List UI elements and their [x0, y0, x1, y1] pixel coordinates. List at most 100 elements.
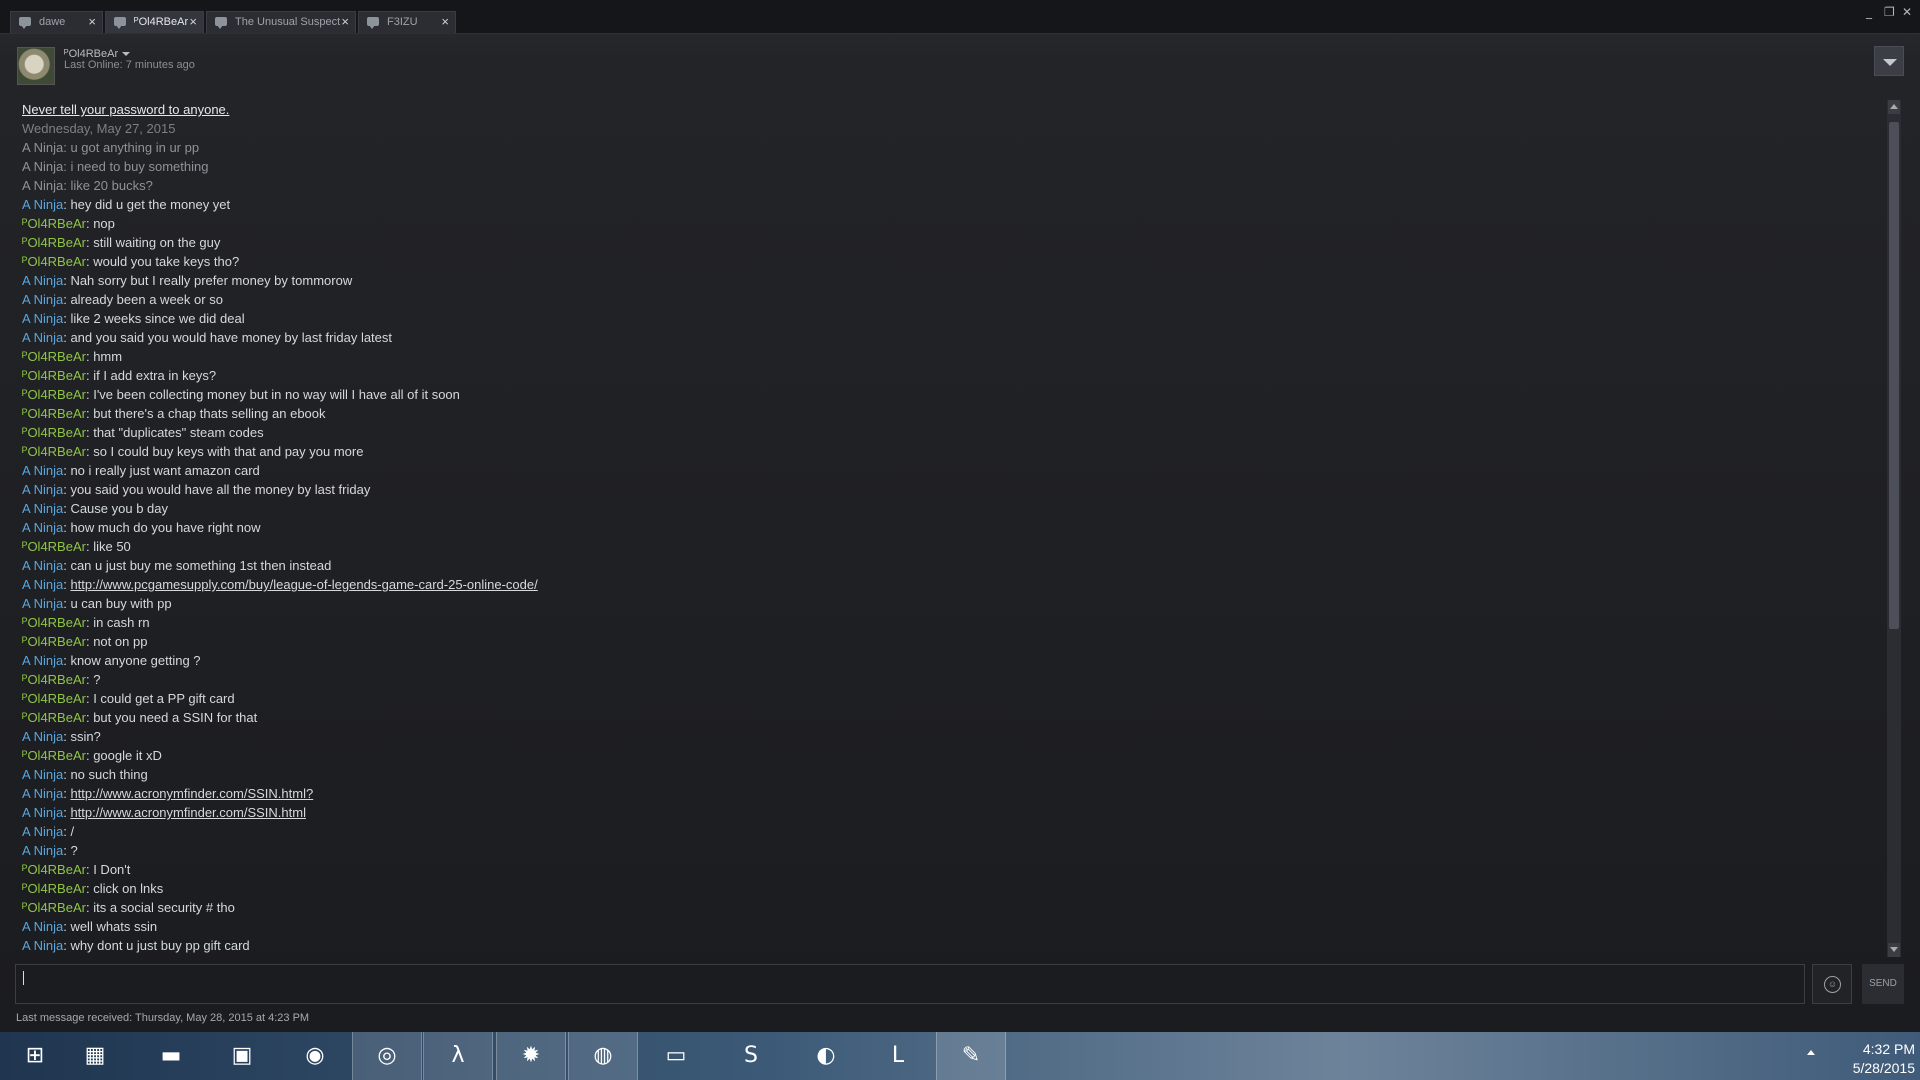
message-sender[interactable]: ᴾOl4RBeAr: [22, 368, 86, 383]
message-link[interactable]: http://www.acronymfinder.com/SSIN.html?: [70, 786, 313, 801]
message-sender[interactable]: A Ninja: [22, 140, 63, 155]
message-sender[interactable]: A Ninja: [22, 520, 63, 535]
security-warning: Never tell your password to anyone.: [22, 102, 230, 117]
message-link[interactable]: http://www.acronymfinder.com/SSIN.html: [70, 805, 306, 820]
message-sender[interactable]: ᴾOl4RBeAr: [22, 862, 86, 877]
message-sender[interactable]: A Ninja: [22, 311, 63, 326]
message-text: its a social security # tho: [93, 900, 235, 915]
firefox-icon[interactable]: ◐: [791, 1032, 861, 1080]
message-sender[interactable]: ᴾOl4RBeAr: [22, 235, 86, 250]
message-sender[interactable]: ᴾOl4RBeAr: [22, 634, 86, 649]
message-sender[interactable]: A Ninja: [22, 805, 63, 820]
message-text: not on pp: [93, 634, 148, 649]
chat-scrollbar[interactable]: [1887, 100, 1901, 957]
message-sender[interactable]: A Ninja: [22, 729, 63, 744]
message-sender[interactable]: ᴾOl4RBeAr: [22, 254, 86, 269]
message-text: no such thing: [70, 767, 148, 782]
message-sender[interactable]: ᴾOl4RBeAr: [22, 406, 86, 421]
message-sender[interactable]: A Ninja: [22, 273, 63, 288]
message-sender[interactable]: A Ninja: [22, 919, 63, 934]
file-explorer-icon[interactable]: ▬: [136, 1032, 206, 1080]
message-sender[interactable]: A Ninja: [22, 292, 63, 307]
message-sender[interactable]: A Ninja: [22, 197, 63, 212]
close-tab-icon[interactable]: ×: [341, 12, 349, 32]
message-sender[interactable]: ᴾOl4RBeAr: [22, 881, 86, 896]
steam-icon[interactable]: ◍: [568, 1032, 638, 1080]
chevron-down-icon[interactable]: [122, 52, 130, 56]
message-sender[interactable]: ᴾOl4RBeAr: [22, 387, 86, 402]
close-tab-icon[interactable]: ×: [189, 12, 197, 32]
orange-app-icon[interactable]: ◉: [280, 1032, 350, 1080]
chat-message: A Ninja: Nah sorry but I really prefer m…: [22, 271, 1882, 290]
calculator-icon[interactable]: ▦: [60, 1032, 130, 1080]
close-tab-icon[interactable]: ×: [441, 12, 449, 32]
chat-message: ᴾOl4RBeAr: but you need a SSIN for that: [22, 708, 1882, 727]
text-caret: [23, 971, 24, 985]
chat-message: ᴾOl4RBeAr: I could get a PP gift card: [22, 689, 1882, 708]
message-sender[interactable]: ᴾOl4RBeAr: [22, 900, 86, 915]
message-sender[interactable]: ᴾOl4RBeAr: [22, 672, 86, 687]
tab-label: dawe: [39, 16, 66, 28]
message-sender[interactable]: A Ninja: [22, 596, 63, 611]
half-life-icon[interactable]: λ: [423, 1032, 493, 1080]
restore-icon[interactable]: ❐: [1884, 5, 1895, 19]
close-tab-icon[interactable]: ×: [88, 12, 96, 32]
monitor-app-icon[interactable]: ▭: [641, 1032, 711, 1080]
system-clock[interactable]: 4:32 PM 5/28/2015: [1820, 1040, 1915, 1078]
message-sender[interactable]: A Ninja: [22, 653, 63, 668]
message-sender[interactable]: A Ninja: [22, 577, 63, 592]
scroll-thumb[interactable]: [1889, 122, 1899, 629]
store-icon[interactable]: ▣: [207, 1032, 277, 1080]
message-sender[interactable]: A Ninja: [22, 463, 63, 478]
message-sender[interactable]: ᴾOl4RBeAr: [22, 691, 86, 706]
message-sender[interactable]: A Ninja: [22, 767, 63, 782]
tab-dawe[interactable]: dawe ×: [10, 11, 103, 33]
message-sender[interactable]: ᴾOl4RBeAr: [22, 349, 86, 364]
message-text: like 2 weeks since we did deal: [70, 311, 245, 326]
tab-the-unusual-suspect[interactable]: The Unusual Suspect ×: [206, 11, 356, 33]
message-sender[interactable]: A Ninja: [22, 178, 63, 193]
chrome-icon[interactable]: ◎: [352, 1032, 422, 1080]
message-sender[interactable]: ᴾOl4RBeAr: [22, 216, 86, 231]
message-sender[interactable]: ᴾOl4RBeAr: [22, 425, 86, 440]
message-sender[interactable]: A Ninja: [22, 330, 63, 345]
message-sender[interactable]: A Ninja: [22, 482, 63, 497]
message-sender[interactable]: ᴾOl4RBeAr: [22, 444, 86, 459]
minimize-icon[interactable]: _: [1866, 5, 1872, 19]
message-sender[interactable]: ᴾOl4RBeAr: [22, 748, 86, 763]
message-input[interactable]: [15, 964, 1805, 1004]
message-sender[interactable]: ᴾOl4RBeAr: [22, 615, 86, 630]
paint-icon[interactable]: ✎: [936, 1032, 1006, 1080]
message-text: /: [70, 824, 75, 839]
chat-message: A Ninja: u can buy with pp: [22, 594, 1882, 613]
avatar[interactable]: [17, 47, 55, 85]
message-sender[interactable]: A Ninja: [22, 786, 63, 801]
chat-message: A Ninja: can u just buy me something 1st…: [22, 556, 1882, 575]
chat-message: ᴾOl4RBeAr: I Don't: [22, 860, 1882, 879]
message-sender[interactable]: ᴾOl4RBeAr: [22, 539, 86, 554]
message-link[interactable]: http://www.pcgamesupply.com/buy/league-o…: [70, 577, 537, 592]
tab-olarbear[interactable]: ᴾOl4RBeAr ×: [105, 11, 204, 33]
tab-f3izu[interactable]: F3IZU ×: [358, 11, 456, 33]
send-button[interactable]: SEND: [1862, 964, 1904, 1004]
message-sender[interactable]: A Ninja: [22, 159, 63, 174]
message-sender[interactable]: A Ninja: [22, 843, 63, 858]
message-sender[interactable]: A Ninja: [22, 501, 63, 516]
steelseries-icon[interactable]: ✹: [496, 1032, 566, 1080]
message-text: and you said you would have money by las…: [70, 330, 393, 345]
chat-message: A Ninja: http://www.acronymfinder.com/SS…: [22, 784, 1882, 803]
message-sender[interactable]: A Ninja: [22, 938, 63, 953]
message-sender[interactable]: A Ninja: [22, 824, 63, 839]
skype-icon[interactable]: S: [716, 1032, 786, 1080]
message-sender[interactable]: A Ninja: [22, 558, 63, 573]
message-sender[interactable]: ᴾOl4RBeAr: [22, 710, 86, 725]
chat-message: ᴾOl4RBeAr: still waiting on the guy: [22, 233, 1882, 252]
close-window-icon[interactable]: ✕: [1902, 5, 1912, 19]
scroll-down-icon[interactable]: [1888, 943, 1900, 957]
chat-menu-button[interactable]: [1874, 46, 1904, 76]
chat-icon: [367, 17, 379, 29]
emoticon-button[interactable]: ☺: [1812, 964, 1852, 1004]
league-of-legends-icon[interactable]: L: [863, 1032, 933, 1080]
tray-expand-icon[interactable]: [1807, 1050, 1815, 1055]
scroll-up-icon[interactable]: [1888, 100, 1900, 114]
